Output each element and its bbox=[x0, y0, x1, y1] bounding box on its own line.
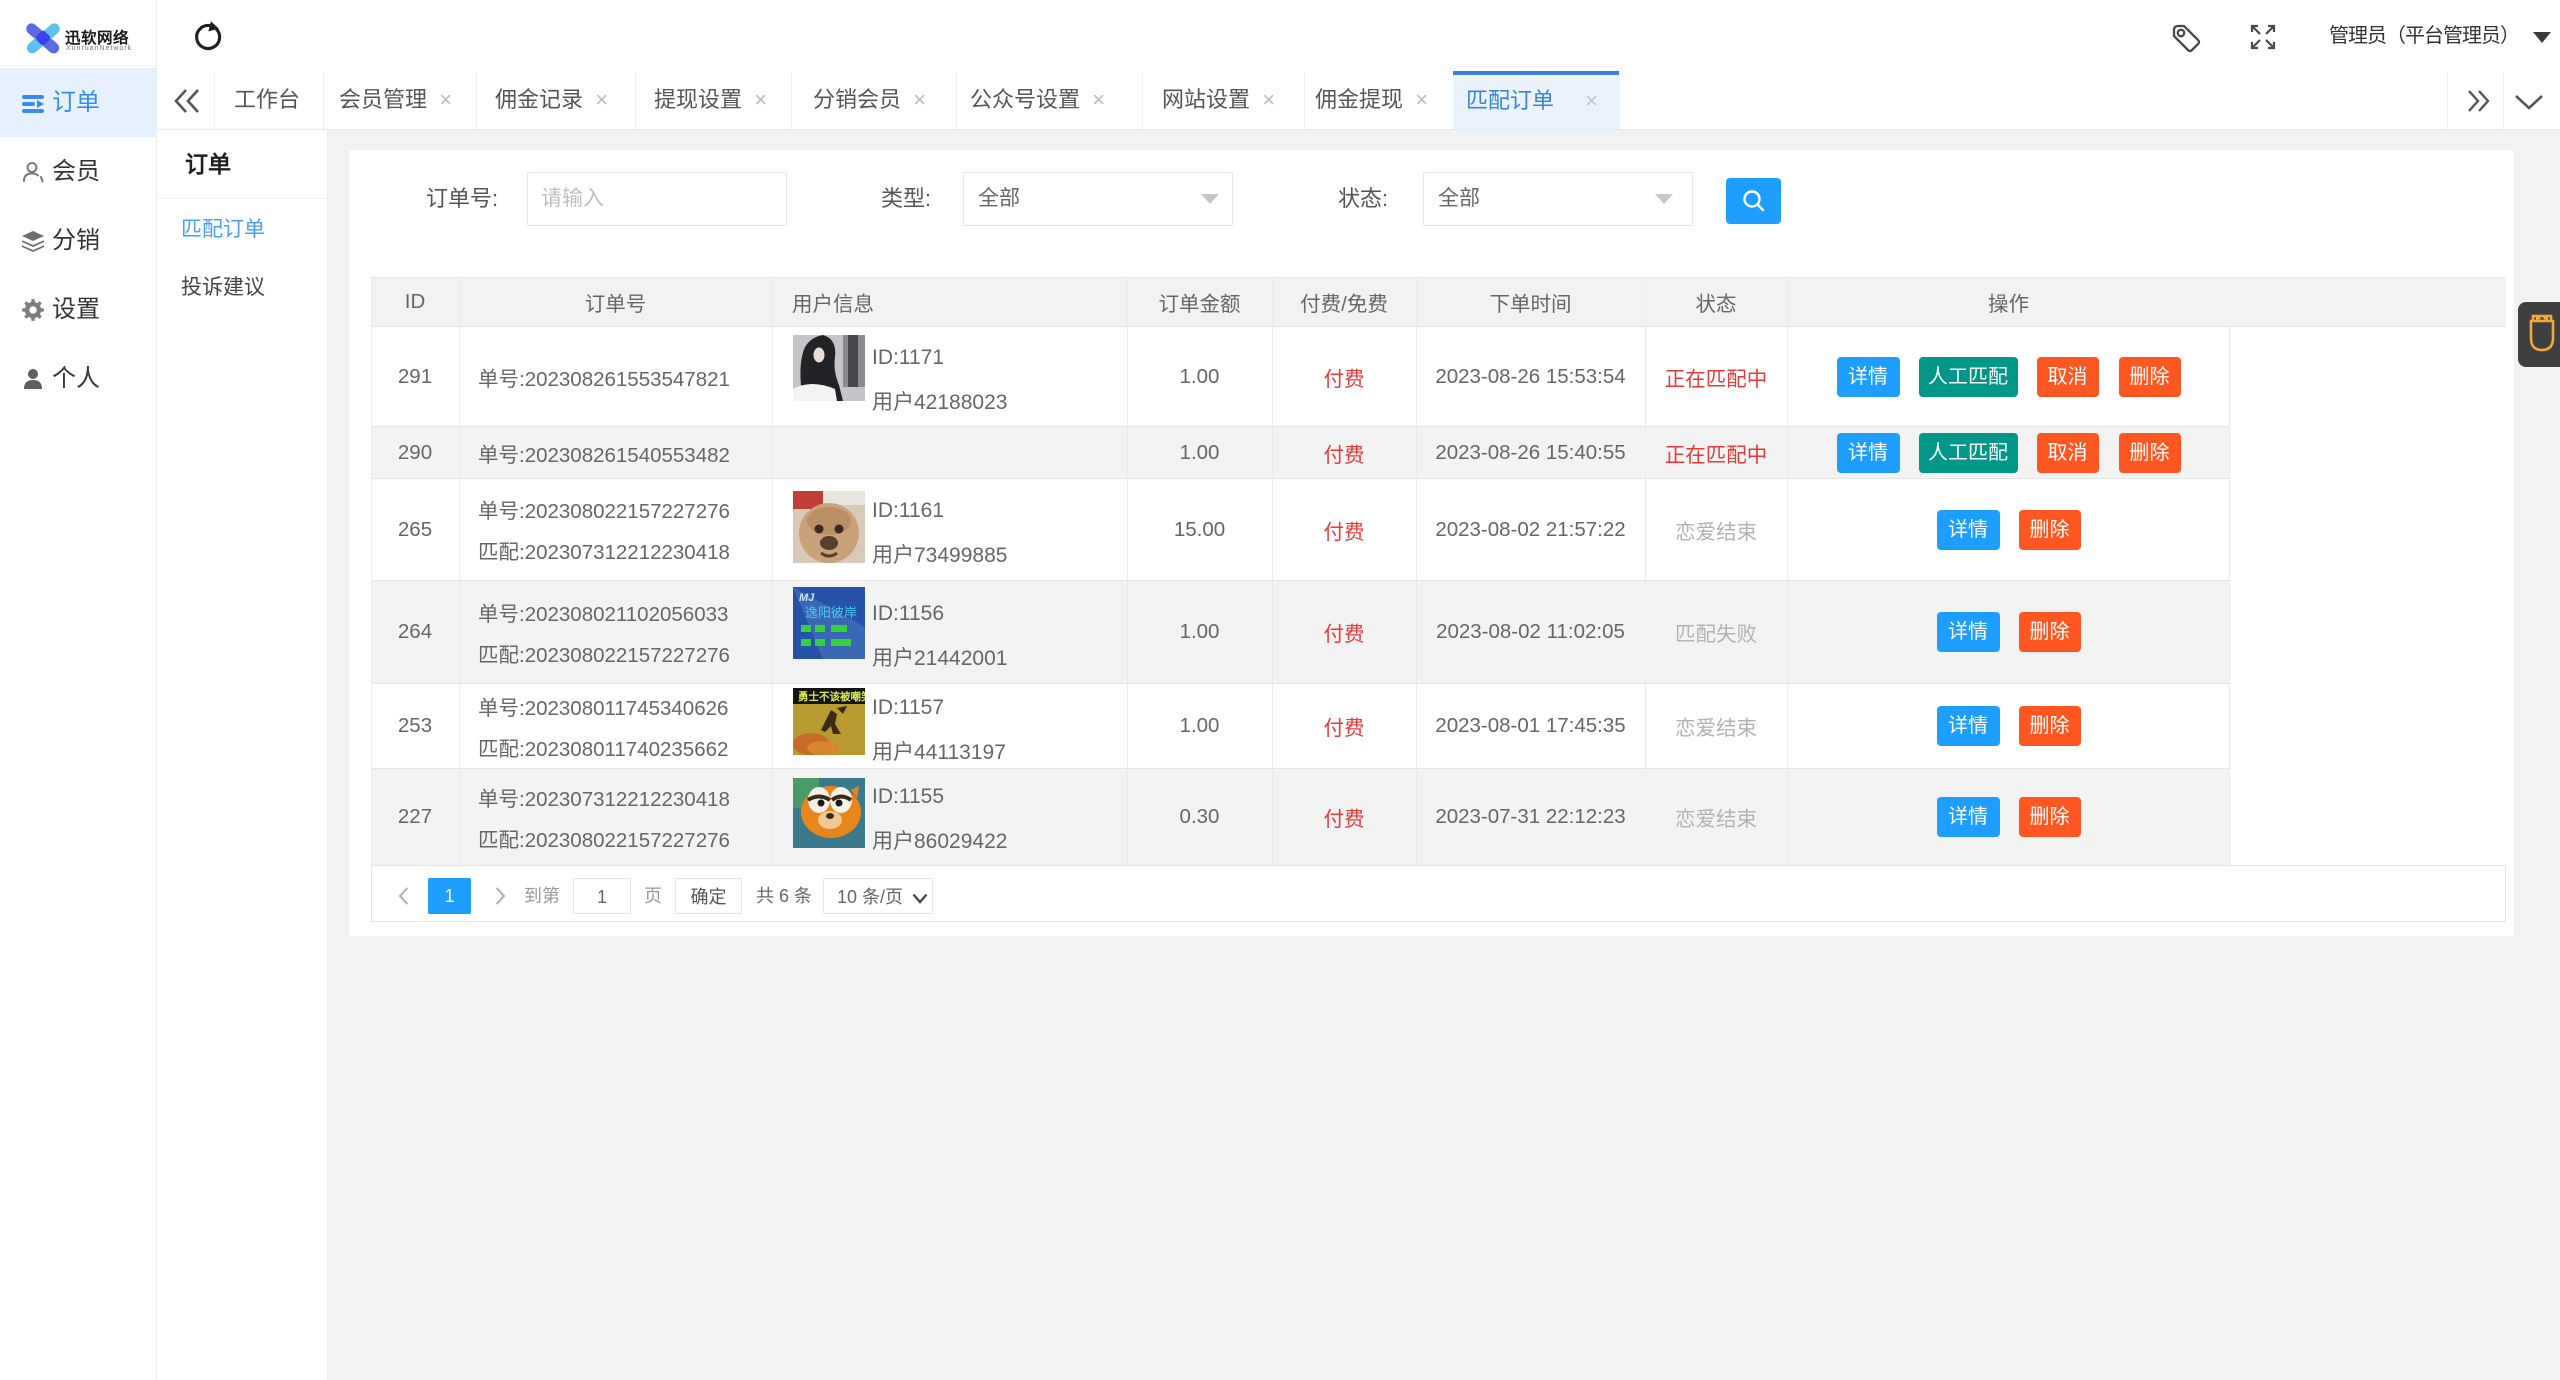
svg-text:MJ: MJ bbox=[799, 592, 815, 604]
svg-text:逸阳彼岸: 逸阳彼岸 bbox=[805, 605, 857, 620]
svg-text:勇士不该被嘲笑: 勇士不该被嘲笑 bbox=[798, 690, 865, 703]
